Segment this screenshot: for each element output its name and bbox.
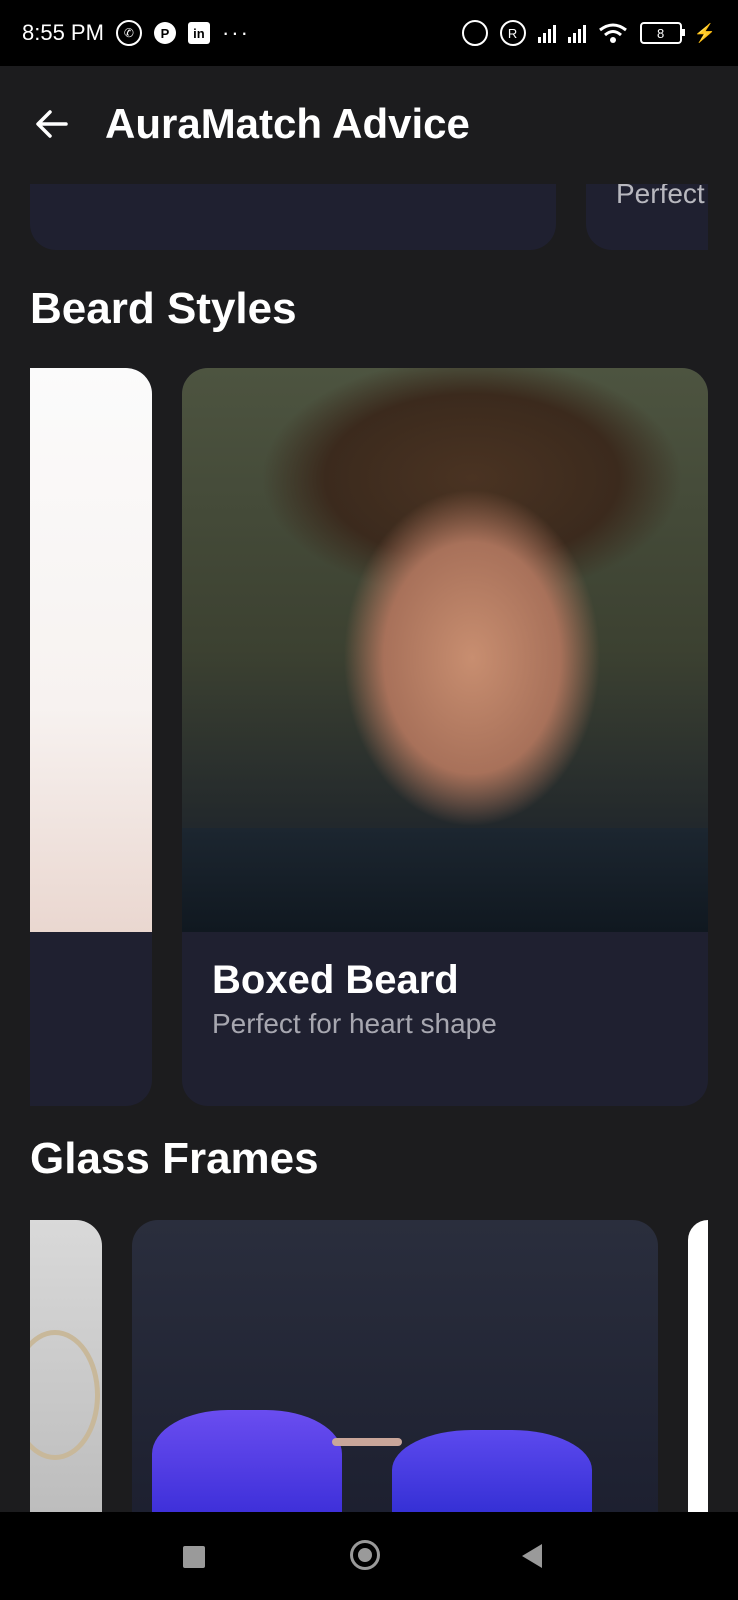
signal-icon <box>567 23 586 43</box>
top-row-card[interactable] <box>30 184 556 250</box>
battery-icon: 8 <box>639 22 685 44</box>
section-title-glass-frames: Glass Frames <box>30 1134 319 1183</box>
app-bar: AuraMatch Advice <box>0 66 738 184</box>
glass-card-main[interactable] <box>132 1220 658 1512</box>
recent-apps-icon[interactable] <box>183 1546 205 1568</box>
page-title: AuraMatch Advice <box>105 100 470 147</box>
home-icon[interactable] <box>350 1540 380 1570</box>
glass-card-partial-left[interactable] <box>30 1220 102 1512</box>
card-image-shirt <box>182 828 708 932</box>
top-row-card-partial[interactable]: Perfect <box>586 184 708 250</box>
alarm-icon <box>461 20 488 46</box>
arrow-left-icon[interactable] <box>34 106 70 142</box>
r-icon: R <box>499 20 526 46</box>
glasses-bridge <box>332 1438 402 1446</box>
whatsapp-icon: ✆ <box>115 20 142 46</box>
back-icon[interactable] <box>522 1544 542 1568</box>
card-image <box>30 368 152 932</box>
charging-icon: ⚡ <box>693 22 716 43</box>
status-bar-right: R 8 ⚡ <box>461 20 716 46</box>
scroll-content[interactable]: Perfect Beard Styles Boxed Beard Perfect… <box>0 184 738 1512</box>
card-subtitle: Perfect <box>616 184 705 209</box>
glasses-rim <box>30 1330 100 1460</box>
status-bar-left: 8:55 PM ✆ P in ··· <box>22 20 250 46</box>
wifi-icon <box>598 23 627 43</box>
linkedin-icon: in <box>187 22 210 44</box>
signal-icon <box>537 23 556 43</box>
card-subtitle: Perfect for heart shape <box>212 1008 497 1039</box>
beard-card-partial[interactable] <box>30 368 152 1106</box>
more-icon: ··· <box>221 20 250 45</box>
system-nav-bar <box>0 1512 738 1600</box>
card-title: Boxed Beard <box>212 958 459 1002</box>
glasses-lens-left <box>152 1410 342 1512</box>
glasses-lens-right <box>392 1430 592 1512</box>
beard-card-boxed-beard[interactable]: Boxed Beard Perfect for heart shape <box>182 368 708 1106</box>
status-bar: 8:55 PM ✆ P in ··· R 8 ⚡ <box>0 0 738 66</box>
section-title-beard-styles: Beard Styles <box>30 284 297 333</box>
circle-p-icon: P <box>153 22 176 44</box>
clock: 8:55 PM <box>22 20 104 45</box>
glass-card-partial-right[interactable] <box>688 1220 708 1512</box>
